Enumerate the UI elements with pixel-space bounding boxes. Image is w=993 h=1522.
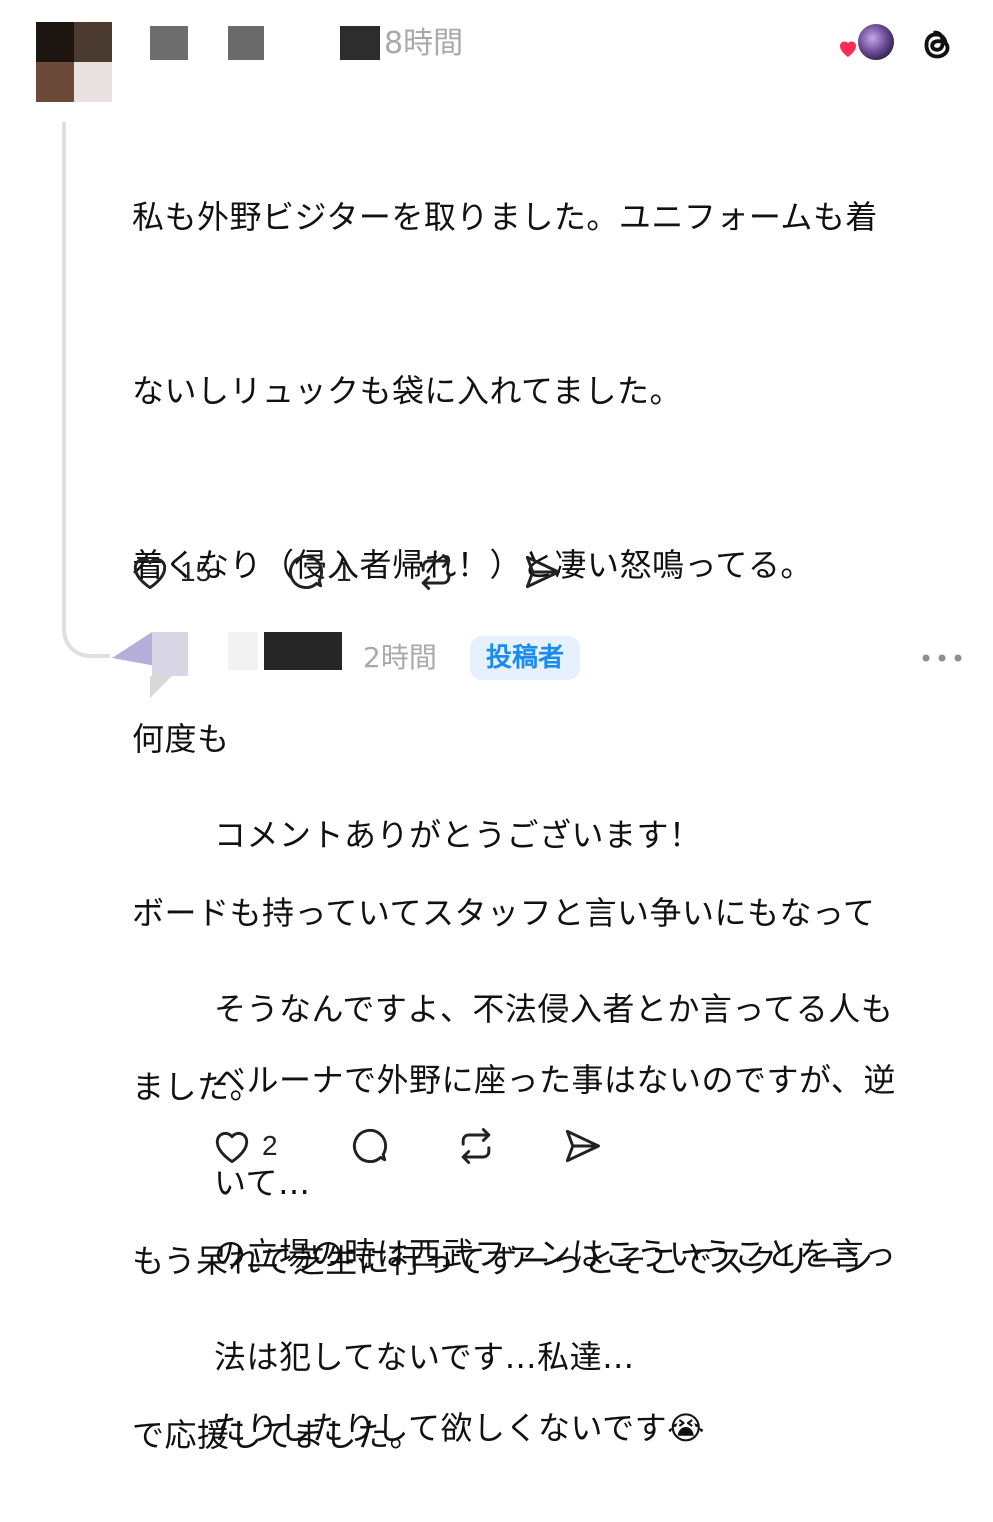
- send-icon: [565, 1129, 600, 1163]
- avatar-pixel: [74, 62, 112, 102]
- repost-button[interactable]: [414, 548, 458, 596]
- redaction-block: [340, 26, 380, 60]
- repost-icon: [461, 1128, 491, 1164]
- repost-icon: [421, 554, 451, 590]
- avatar[interactable]: [36, 22, 112, 102]
- reply-button[interactable]: 1: [284, 548, 352, 596]
- action-bar: 2: [210, 1122, 620, 1170]
- comment-bubble-icon: [288, 555, 324, 589]
- share-button[interactable]: [520, 548, 564, 596]
- like-button[interactable]: 2: [210, 1122, 278, 1170]
- reply-count: 1: [336, 556, 352, 587]
- like-count: 2: [262, 1130, 278, 1161]
- comment-line: の立場の時は西武ファンはこういうことを言っ: [214, 1235, 897, 1273]
- liked-by-avatar[interactable]: [856, 22, 896, 62]
- avatar[interactable]: [112, 628, 192, 698]
- more-options-icon[interactable]: [920, 650, 964, 666]
- redaction-block: [150, 26, 188, 60]
- heart-outline-icon: [133, 557, 167, 590]
- avatar-pixel: [74, 22, 112, 62]
- share-button[interactable]: [560, 1122, 604, 1170]
- avatar-pixel: [36, 62, 74, 102]
- timestamp: 2時間: [363, 641, 437, 674]
- avatar-pixel: [36, 22, 74, 62]
- comment-line: ベルーナで外野に座った事はないのですが、逆: [214, 1061, 896, 1099]
- redaction-block: [228, 632, 258, 670]
- timestamp: 8時間: [384, 26, 464, 61]
- heart-outline-icon: [215, 1131, 249, 1164]
- comment-body: ベルーナで外野に座った事はないのですが、逆 の立場の時は西武ファンはこういうこと…: [214, 935, 897, 1515]
- redaction-block: [264, 632, 342, 670]
- send-icon: [525, 555, 560, 589]
- thread-connector-line: [62, 122, 110, 658]
- repost-button[interactable]: [454, 1122, 498, 1170]
- author-badge: 投稿者: [470, 636, 581, 680]
- comment-line: たりしたりして欲しくないです😭: [214, 1409, 705, 1447]
- action-bar: 15 1: [128, 548, 588, 596]
- comment-line: ないしリュックも袋に入れてました。: [132, 372, 682, 410]
- comment-bubble-icon: [352, 1129, 388, 1163]
- comment-line: コメントありがとうございます！: [214, 816, 702, 854]
- like-count: 15: [180, 556, 212, 587]
- threads-logo-icon[interactable]: [914, 22, 960, 68]
- like-button[interactable]: 15: [128, 548, 211, 596]
- redaction-block: [228, 26, 264, 60]
- comment-line: 私も外野ビジターを取りました。ユニフォームも着: [132, 198, 878, 236]
- reply-button[interactable]: [348, 1122, 392, 1170]
